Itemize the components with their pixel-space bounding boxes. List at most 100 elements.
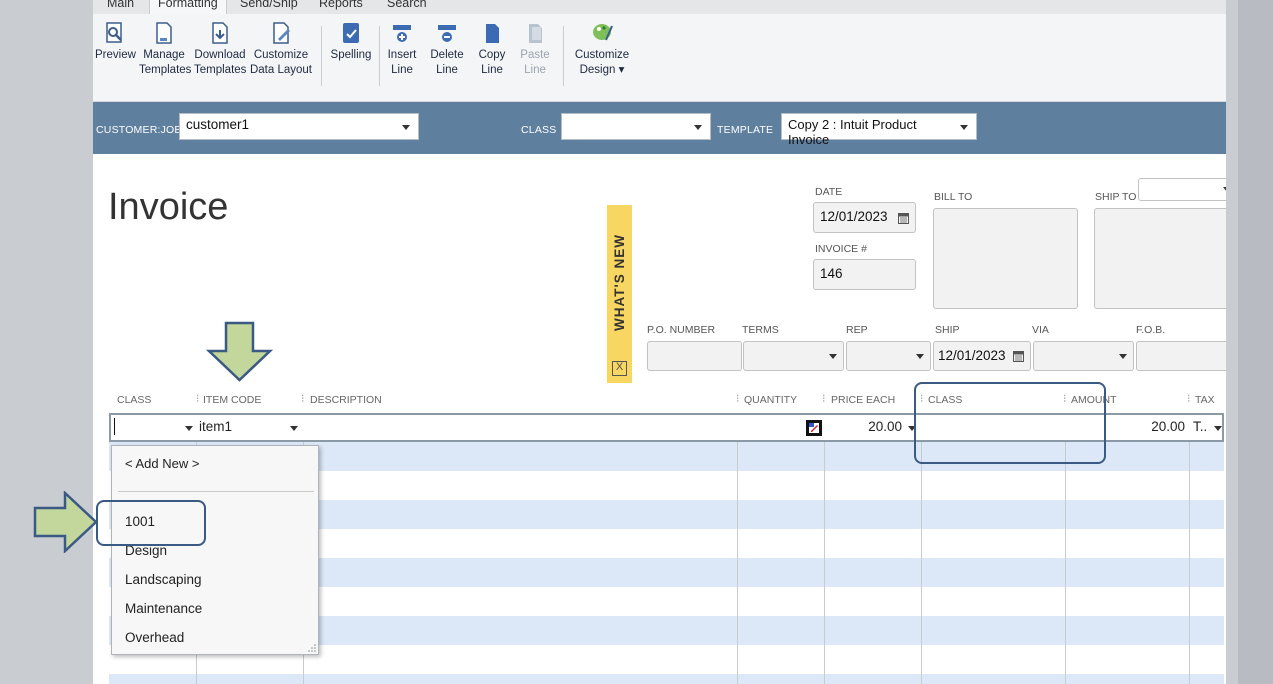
dropdown-divider: [118, 491, 314, 492]
spelling-button[interactable]: Spelling: [329, 22, 373, 63]
tax-value: T..: [1193, 419, 1208, 434]
copy-line-label-1: Copy: [478, 49, 506, 61]
tab-main[interactable]: Main: [99, 0, 142, 14]
customize-layout-icon: [273, 22, 290, 44]
download-templates-button[interactable]: Download Templates: [194, 22, 246, 78]
class-option-landscaping[interactable]: Landscaping: [125, 572, 202, 587]
chevron-down-icon: [829, 354, 837, 359]
tax-cell-select[interactable]: T..: [1193, 419, 1224, 439]
table-row[interactable]: [109, 674, 1224, 684]
delete-line-icon: [438, 25, 456, 42]
class-cell-select[interactable]: [113, 415, 197, 440]
class-select[interactable]: [561, 113, 711, 140]
quantity-cell[interactable]: [740, 419, 825, 439]
customize-design-button[interactable]: Customize Design ▾: [571, 20, 633, 78]
class-option-maintenance[interactable]: Maintenance: [125, 601, 202, 616]
tab-reports[interactable]: Reports: [311, 0, 371, 14]
template-label: TEMPLATE: [717, 124, 774, 136]
item-code-cell-select[interactable]: item1: [199, 419, 304, 439]
tab-send-ship[interactable]: Send/Ship: [232, 0, 306, 14]
column-header-tax[interactable]: TAX: [1195, 394, 1215, 406]
chevron-down-icon: [694, 125, 702, 130]
column-header-quantity[interactable]: QUANTITY: [744, 394, 797, 406]
terms-select[interactable]: [743, 341, 844, 371]
right-arrow-annotation: [33, 491, 98, 553]
price-each-value: 20.00: [868, 419, 902, 434]
ship-to-select[interactable]: [1138, 178, 1226, 201]
chevron-down-icon: [1119, 354, 1127, 359]
customer-job-select[interactable]: customer1: [179, 113, 419, 140]
toolbar-separator: [321, 26, 322, 86]
whats-new-panel[interactable]: WHAT'S NEW X: [607, 205, 632, 383]
calendar-icon[interactable]: [898, 212, 909, 224]
ship-to-field[interactable]: [1094, 208, 1226, 309]
chevron-down-icon: [185, 426, 193, 431]
po-number-label: P.O. NUMBER: [647, 324, 716, 336]
ship-label: SHIP: [935, 324, 960, 336]
chevron-down-icon: [402, 125, 410, 130]
rep-select[interactable]: [846, 341, 931, 371]
column-divider: ⁝: [196, 393, 200, 405]
insert-line-button[interactable]: Insert Line: [387, 22, 417, 78]
resize-grip-icon[interactable]: [308, 644, 316, 652]
bill-to-field[interactable]: [933, 208, 1078, 309]
preview-button[interactable]: Preview: [95, 22, 136, 63]
add-new-option[interactable]: < Add New >: [125, 456, 199, 471]
description-cell[interactable]: [306, 419, 738, 439]
column-divider: ⁝: [1187, 393, 1191, 405]
toolbar: Preview Manage Templates Download Templa…: [93, 14, 1226, 102]
customer-job-value: customer1: [186, 117, 250, 132]
chevron-down-icon: [290, 426, 298, 431]
paste-line-icon: [529, 24, 542, 43]
download-templates-label-1: Download: [194, 49, 246, 61]
po-number-field[interactable]: [647, 341, 742, 371]
tab-search[interactable]: Search: [379, 0, 435, 14]
template-select[interactable]: Copy 2 : Intuit Product Invoice: [781, 113, 977, 147]
via-label: VIA: [1032, 324, 1049, 336]
class-label: CLASS: [521, 124, 557, 136]
column-divider: ⁝: [736, 393, 740, 405]
spelling-icon: [343, 23, 359, 43]
manage-templates-label-2: Templates: [139, 64, 192, 76]
column-divider: ⁝: [822, 393, 826, 405]
fob-field[interactable]: [1136, 341, 1226, 371]
via-select[interactable]: [1033, 341, 1134, 371]
paste-line-button[interactable]: Paste Line: [519, 22, 551, 78]
invoice-number-field[interactable]: 146: [813, 259, 916, 290]
price-each-cell-select[interactable]: 20.00: [827, 419, 922, 439]
manage-templates-button[interactable]: Manage Templates: [139, 22, 192, 78]
date-field[interactable]: 12/01/2023: [813, 202, 916, 233]
palette-icon: [593, 24, 613, 41]
edit-icon[interactable]: [806, 420, 822, 436]
paste-line-label-2: Line: [524, 64, 546, 76]
chevron-down-icon: [960, 125, 968, 130]
customize-design-label-2: Design ▾: [579, 64, 625, 76]
column-header-price-each[interactable]: PRICE EACH: [831, 394, 895, 406]
delete-line-button[interactable]: Delete Line: [429, 22, 465, 78]
column-header-class[interactable]: CLASS: [117, 394, 151, 406]
ship-date-field[interactable]: 12/01/2023: [933, 341, 1031, 371]
customize-design-label-1: Customize: [574, 49, 630, 61]
class-option-overhead[interactable]: Overhead: [125, 630, 184, 645]
item-code-value: item1: [199, 419, 233, 434]
whats-new-label: WHAT'S NEW: [612, 234, 627, 331]
close-icon[interactable]: X: [612, 361, 627, 376]
tab-formatting[interactable]: Formatting: [149, 0, 227, 14]
customize-data-layout-label-2: Data Layout: [249, 64, 312, 76]
invoice-number-value: 146: [820, 266, 843, 281]
calendar-icon[interactable]: [1013, 350, 1024, 362]
grid-line: [737, 413, 738, 684]
callout-highlight-class-column: [914, 382, 1106, 464]
column-header-description[interactable]: DESCRIPTION: [310, 394, 382, 406]
page-title: Invoice: [108, 186, 229, 228]
copy-line-button[interactable]: Copy Line: [477, 22, 507, 78]
amount-value: 20.00: [1151, 419, 1185, 434]
customize-data-layout-button[interactable]: Customize Data Layout: [249, 22, 313, 78]
preview-icon: [106, 22, 122, 43]
class-dropdown-list: < Add New > 1001 Design Landscaping Main…: [111, 445, 319, 655]
grid-line: [824, 413, 825, 684]
download-templates-label-2: Templates: [194, 64, 247, 76]
column-header-item-code[interactable]: ITEM CODE: [203, 394, 261, 406]
copy-line-label-2: Line: [481, 64, 503, 76]
insert-line-icon: [393, 25, 411, 42]
